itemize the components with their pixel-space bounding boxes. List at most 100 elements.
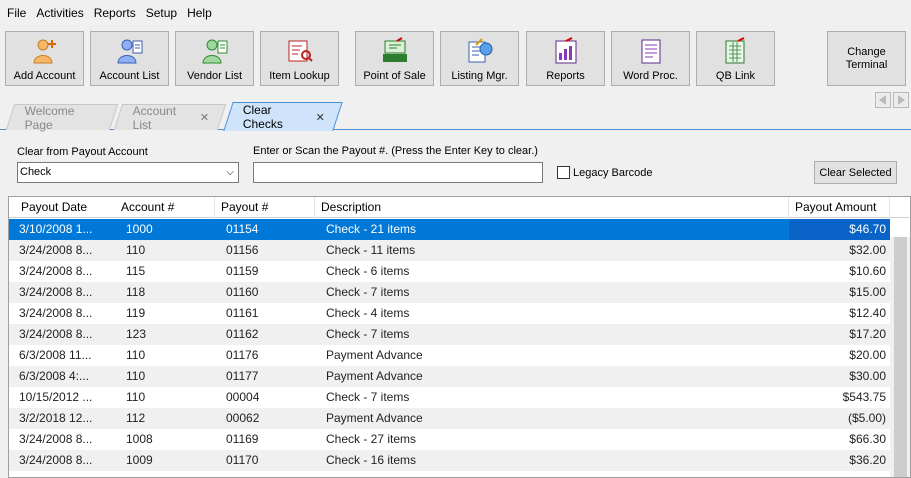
tab-clear-checks[interactable]: Clear Checks ✕	[223, 102, 343, 131]
cell-account: 110	[126, 390, 146, 404]
table-row[interactable]: 3/24/2008 8... 110 01156 Check - 11 items $3…	[9, 240, 890, 261]
listing-manager-button[interactable]: Listing Mgr.	[440, 31, 519, 86]
cell-payout-date: 3/24/2008 8...	[19, 453, 93, 467]
cell-payout-date: 10/15/2012 ...	[19, 390, 93, 404]
cell-payout-number: 01177	[226, 369, 259, 383]
clear-selected-button[interactable]: Clear Selected	[814, 161, 897, 184]
scrollbar-thumb[interactable]	[894, 237, 907, 477]
cell-payout-number: 01159	[226, 264, 259, 278]
cell-description: Check - 11 items	[326, 243, 416, 257]
toolbar: Add Account Account List Vendor List Ite…	[0, 31, 911, 87]
menu-bar: File Activities Reports Setup Help	[0, 0, 911, 26]
cell-payout-amount: $17.20	[849, 327, 886, 341]
vendor-list-button[interactable]: Vendor List	[175, 31, 254, 86]
table-row[interactable]: 10/15/2012 ... 110 00004 Check - 7 items $54…	[9, 387, 890, 408]
cell-account: 110	[126, 348, 146, 362]
cell-payout-date: 3/10/2008 1...	[19, 222, 93, 236]
table-row[interactable]: 3/24/2008 8... 119 01161 Check - 4 items $12…	[9, 303, 890, 324]
cell-payout-number: 01160	[226, 285, 259, 299]
cell-payout-number: 01176	[226, 348, 259, 362]
point-of-sale-icon	[380, 36, 410, 66]
close-icon[interactable]: ✕	[200, 111, 209, 124]
menu-help[interactable]: Help	[182, 0, 217, 26]
cell-payout-amount: $36.20	[849, 453, 886, 467]
item-lookup-icon	[285, 36, 315, 66]
grid-header: Payout Date Account # Payout # Descripti…	[9, 197, 910, 218]
tab-account-list[interactable]: Account List ✕	[113, 104, 227, 132]
cell-payout-amount: $20.00	[849, 348, 886, 362]
account-list-button[interactable]: Account List	[90, 31, 169, 86]
add-account-button[interactable]: Add Account	[5, 31, 84, 86]
cell-account: 1009	[126, 453, 153, 467]
tab-welcome-page[interactable]: Welcome Page	[5, 104, 119, 132]
table-row[interactable]: 3/24/2008 8... 118 01160 Check - 7 items $15…	[9, 282, 890, 303]
cell-payout-amount: $32.00	[849, 243, 886, 257]
cell-payout-amount: ($5.00)	[847, 411, 886, 425]
table-row[interactable]: 6/3/2008 11... 110 01176 Payment Advance $20…	[9, 345, 890, 366]
cell-description: Payment Advance	[326, 348, 423, 362]
cell-payout-date: 3/24/2008 8...	[19, 306, 93, 320]
word-processor-button[interactable]: Word Proc.	[611, 31, 690, 86]
cell-account: 1008	[126, 432, 153, 446]
cell-account: 123	[126, 327, 147, 341]
legacy-barcode-label: Legacy Barcode	[573, 167, 653, 179]
reports-button[interactable]: Reports	[526, 31, 605, 86]
cell-payout-date: 3/24/2008 8...	[19, 243, 93, 257]
table-row[interactable]: 3/2/2018 12... 112 00062 Payment Advance ($5…	[9, 408, 890, 429]
point-of-sale-button[interactable]: Point of Sale	[355, 31, 434, 86]
cell-payout-amount: $66.30	[849, 432, 886, 446]
reports-icon	[551, 36, 581, 66]
column-header-payout-number[interactable]: Payout #	[215, 197, 315, 218]
scan-payout-label: Enter or Scan the Payout #. (Press the E…	[253, 145, 538, 157]
cell-account: 110	[126, 369, 146, 383]
cell-payout-amount: $543.75	[842, 390, 886, 404]
cell-account: 119	[126, 306, 146, 320]
item-lookup-button[interactable]: Item Lookup	[260, 31, 339, 86]
cell-payout-amount: $30.00	[849, 369, 886, 383]
payout-number-input[interactable]	[253, 162, 543, 183]
cell-description: Payment Advance	[326, 369, 423, 383]
close-icon[interactable]: ✕	[316, 111, 325, 124]
table-row[interactable]: 3/24/2008 8... 1009 01170 Check - 16 items $…	[9, 450, 890, 471]
payout-account-label: Clear from Payout Account	[17, 146, 148, 158]
cell-description: Check - 7 items	[326, 285, 410, 299]
table-row[interactable]: 3/24/2008 8... 1008 01169 Check - 27 items $…	[9, 429, 890, 450]
cell-account: 110	[126, 243, 146, 257]
cell-payout-number: 01154	[226, 222, 259, 236]
cell-payout-number: 01170	[226, 453, 259, 467]
qb-link-button[interactable]: QB Link	[696, 31, 775, 86]
table-row[interactable]: 3/24/2008 8... 123 01162 Check - 7 items $17…	[9, 324, 890, 345]
table-row[interactable]: 3/10/2008 1... 1000 01154 Check - 21 items $…	[9, 219, 890, 240]
cell-payout-number: 01156	[226, 243, 259, 257]
cell-description: Payment Advance	[326, 411, 423, 425]
cell-description: Check - 27 items	[326, 432, 417, 446]
menu-activities[interactable]: Activities	[31, 0, 88, 26]
column-header-description[interactable]: Description	[315, 197, 789, 218]
cell-account: 118	[126, 285, 146, 299]
word-processor-icon	[636, 36, 666, 66]
cell-payout-number: 01161	[226, 306, 259, 320]
table-row[interactable]: 3/24/2008 8... 115 01159 Check - 6 items $10…	[9, 261, 890, 282]
cell-payout-date: 6/3/2008 11...	[19, 348, 92, 362]
cell-payout-date: 3/24/2008 8...	[19, 264, 93, 278]
cell-payout-number: 00004	[226, 390, 260, 404]
legacy-barcode-checkbox[interactable]	[557, 166, 570, 179]
cell-payout-number: 00062	[226, 411, 260, 425]
menu-file[interactable]: File	[2, 0, 31, 26]
cell-account: 115	[126, 264, 146, 278]
listing-manager-icon	[465, 36, 495, 66]
cell-payout-number: 01169	[226, 432, 259, 446]
account-list-icon	[115, 36, 145, 66]
change-terminal-button[interactable]: Change Terminal	[827, 31, 906, 86]
column-header-account[interactable]: Account #	[115, 197, 215, 218]
menu-reports[interactable]: Reports	[89, 0, 141, 26]
table-row[interactable]: 6/3/2008 4:... 110 01177 Payment Advance $30…	[9, 366, 890, 387]
payout-account-select[interactable]: Check ⌵	[17, 162, 239, 183]
chevron-down-icon: ⌵	[226, 167, 234, 178]
cell-payout-date: 3/24/2008 8...	[19, 285, 93, 299]
column-header-payout-amount[interactable]: Payout Amount	[789, 197, 890, 218]
menu-setup[interactable]: Setup	[141, 0, 182, 26]
vertical-scrollbar[interactable]	[890, 237, 910, 477]
cell-payout-number: 01162	[226, 327, 259, 341]
tab-strip: Welcome Page Account List ✕ Clear Checks…	[0, 102, 911, 132]
